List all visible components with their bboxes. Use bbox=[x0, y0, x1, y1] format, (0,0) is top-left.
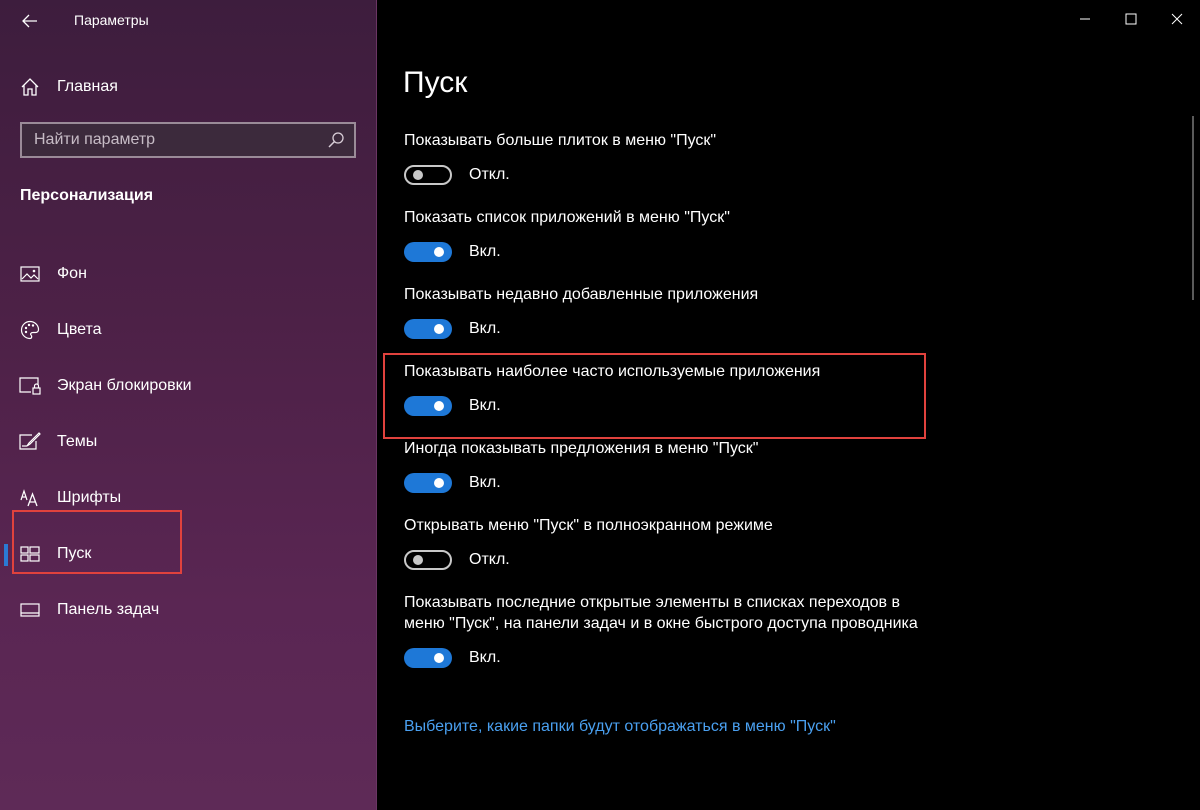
toggle-switch[interactable] bbox=[404, 319, 452, 339]
palette-icon bbox=[19, 319, 41, 341]
sidebar-item-themes[interactable]: Темы bbox=[0, 414, 376, 470]
sidebar-item-label: Фон bbox=[57, 265, 87, 282]
setting-suggestions: Иногда показывать предложения в меню "Пу… bbox=[404, 438, 934, 498]
home-icon bbox=[19, 76, 41, 98]
setting-label: Показывать больше плиток в меню "Пуск" bbox=[404, 132, 717, 149]
toggle-switch[interactable] bbox=[404, 242, 452, 262]
setting-more-tiles: Показывать больше плиток в меню "Пуск" О… bbox=[404, 130, 934, 190]
nav-list: Фон Цвета Экран блокировки Темы Шрифты П… bbox=[0, 246, 376, 638]
setting-label: Показывать последние открытые элементы в… bbox=[404, 594, 918, 632]
sidebar: Параметры Главная Персонализация Фон Цве… bbox=[0, 0, 377, 810]
minimize-icon bbox=[1080, 18, 1090, 20]
sidebar-item-colors[interactable]: Цвета bbox=[0, 302, 376, 358]
search-icon[interactable] bbox=[324, 128, 348, 152]
toggle-switch[interactable] bbox=[404, 550, 452, 570]
maximize-button[interactable] bbox=[1108, 0, 1154, 38]
setting-label: Показывать недавно добавленные приложени… bbox=[404, 286, 759, 303]
setting-recent-items: Показывать последние открытые элементы в… bbox=[404, 592, 934, 673]
app-title: Параметры bbox=[74, 12, 149, 28]
highlight-box-start-nav bbox=[12, 510, 182, 574]
search-box[interactable] bbox=[20, 122, 356, 158]
toggle-row: Откл. bbox=[404, 160, 934, 190]
nav-home[interactable]: Главная bbox=[0, 70, 376, 104]
nav-home-label: Главная bbox=[57, 78, 118, 95]
page-title: Пуск bbox=[403, 66, 468, 99]
themes-icon bbox=[19, 431, 41, 453]
section-title: Персонализация bbox=[20, 187, 154, 204]
sidebar-item-label: Панель задач bbox=[57, 601, 160, 618]
scrollbar[interactable] bbox=[1192, 116, 1194, 300]
toggle-state: Вкл. bbox=[469, 243, 501, 260]
toggle-row: Откл. bbox=[404, 545, 934, 575]
toggle-state: Откл. bbox=[469, 551, 510, 568]
toggle-state: Вкл. bbox=[469, 320, 501, 337]
setting-label: Иногда показывать предложения в меню "Пу… bbox=[404, 440, 759, 457]
close-icon bbox=[1171, 13, 1183, 25]
toggle-switch[interactable] bbox=[404, 648, 452, 668]
toggle-state: Вкл. bbox=[469, 474, 501, 491]
image-icon bbox=[19, 263, 41, 285]
setting-fullscreen: Открывать меню "Пуск" в полноэкранном ре… bbox=[404, 515, 934, 575]
highlight-box-most-used bbox=[383, 353, 926, 439]
sidebar-item-label: Экран блокировки bbox=[57, 377, 192, 394]
toggle-row: Вкл. bbox=[404, 314, 934, 344]
sidebar-item-lock-screen[interactable]: Экран блокировки bbox=[0, 358, 376, 414]
window-controls bbox=[1062, 0, 1200, 38]
setting-recently-added: Показывать недавно добавленные приложени… bbox=[404, 284, 934, 344]
setting-label: Открывать меню "Пуск" в полноэкранном ре… bbox=[404, 517, 773, 534]
setting-app-list: Показать список приложений в меню "Пуск"… bbox=[404, 207, 934, 267]
search-input[interactable] bbox=[22, 130, 324, 150]
toggle-row: Вкл. bbox=[404, 468, 934, 498]
toggle-switch[interactable] bbox=[404, 473, 452, 493]
close-button[interactable] bbox=[1154, 0, 1200, 38]
fonts-icon bbox=[19, 487, 41, 509]
toggle-switch[interactable] bbox=[404, 165, 452, 185]
back-button[interactable] bbox=[10, 5, 50, 37]
sidebar-item-label: Цвета bbox=[57, 321, 102, 338]
minimize-button[interactable] bbox=[1062, 0, 1108, 38]
taskbar-icon bbox=[19, 599, 41, 621]
toggle-state: Вкл. bbox=[469, 649, 501, 666]
sidebar-item-taskbar[interactable]: Панель задач bbox=[0, 582, 376, 638]
back-arrow-icon bbox=[22, 14, 37, 28]
choose-folders-link[interactable]: Выберите, какие папки будут отображаться… bbox=[404, 718, 836, 736]
lock-screen-icon bbox=[19, 375, 41, 397]
sidebar-item-background[interactable]: Фон bbox=[0, 246, 376, 302]
setting-label: Показать список приложений в меню "Пуск" bbox=[404, 209, 730, 226]
maximize-icon bbox=[1125, 13, 1137, 25]
toggle-row: Вкл. bbox=[404, 237, 934, 267]
toggle-row: Вкл. bbox=[404, 643, 934, 673]
sidebar-item-label: Шрифты bbox=[57, 489, 122, 506]
sidebar-item-label: Темы bbox=[57, 433, 98, 450]
toggle-state: Откл. bbox=[469, 166, 510, 183]
